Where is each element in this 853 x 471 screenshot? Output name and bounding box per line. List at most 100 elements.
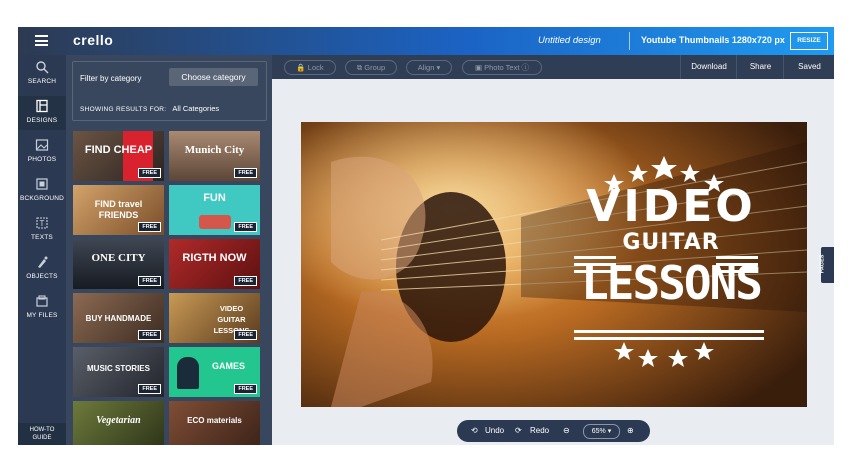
- rail-item-designs[interactable]: DESIGNS: [18, 96, 66, 130]
- template-card[interactable]: VIDEO GUITAR LESSONS FREE: [169, 293, 260, 343]
- rail-label: TEXTS: [31, 234, 53, 241]
- designs-icon: [36, 99, 48, 113]
- template-card[interactable]: RIGTH NOW FREE: [169, 239, 260, 289]
- pages-tab[interactable]: PAGES: [819, 247, 834, 283]
- template-title: GAMES: [211, 361, 245, 371]
- template-title: FUN: [203, 192, 226, 204]
- free-badge: FREE: [138, 276, 161, 286]
- rail-item-background[interactable]: BCKGROUND: [18, 174, 66, 208]
- free-badge: FREE: [138, 168, 161, 178]
- rail-label: SEARCH: [27, 78, 57, 85]
- template-card[interactable]: FIND CHEAP FREE: [73, 131, 164, 181]
- template-card[interactable]: MUSIC STORIES FREE: [73, 347, 164, 397]
- rail-label: PHOTOS: [27, 156, 57, 163]
- template-card[interactable]: FUN FREE: [169, 185, 260, 235]
- undo-button[interactable]: Undo: [485, 426, 504, 435]
- design-size: Youtube Thumbnails 1280x720 px: [641, 35, 785, 45]
- choose-category-button[interactable]: Choose category: [169, 68, 258, 86]
- rail-label: OBJECTS: [26, 273, 58, 280]
- photos-icon: [35, 139, 49, 151]
- saved-status: Saved: [783, 55, 834, 79]
- category-filter: Filter by category Choose category SHOWI…: [72, 61, 267, 121]
- title-divider: [629, 32, 630, 50]
- template-title: Munich City: [184, 144, 245, 156]
- showing-label: SHOWING RESULTS FOR:: [80, 106, 167, 113]
- texts-icon: T: [36, 217, 48, 229]
- photo-text-button[interactable]: ▣ Photo Text ⓘ: [462, 60, 542, 75]
- template-card[interactable]: Vegetarian: [73, 401, 164, 445]
- free-badge: FREE: [138, 384, 161, 394]
- lock-label: Lock: [307, 63, 324, 72]
- canvas-title-guitar[interactable]: GUITAR: [566, 232, 776, 254]
- photo-text-label: Photo Text: [484, 63, 520, 72]
- zoom-in-icon[interactable]: ⊕: [627, 426, 634, 435]
- rail-item-my-files[interactable]: MY FILES: [18, 291, 66, 325]
- hamburger-menu-icon[interactable]: [35, 35, 48, 46]
- pages-label: PAGES: [819, 254, 826, 274]
- left-rail: SEARCH DESIGNS PHOTOS BCKGROUND T TEXTS …: [18, 55, 66, 445]
- rail-item-photos[interactable]: PHOTOS: [18, 135, 66, 169]
- template-title: RIGTH NOW: [182, 252, 247, 264]
- template-card[interactable]: Munich City FREE: [169, 131, 260, 181]
- template-title: FIND travel FRIENDS: [94, 199, 143, 220]
- redo-button[interactable]: Redo: [530, 426, 549, 435]
- free-badge: FREE: [234, 330, 257, 340]
- template-card[interactable]: ECO materials: [169, 401, 260, 445]
- svg-text:T: T: [40, 219, 45, 228]
- lock-button[interactable]: 🔒 Lock: [284, 60, 336, 75]
- howto-line1: HOW-TO: [29, 427, 55, 433]
- rail-item-objects[interactable]: OBJECTS: [18, 252, 66, 286]
- rail-label: DESIGNS: [26, 117, 58, 124]
- search-icon: [36, 61, 49, 74]
- filter-label: Filter by category: [80, 74, 142, 83]
- align-dropdown[interactable]: Align ▾: [406, 60, 452, 75]
- zoom-value: 65%: [591, 428, 606, 435]
- rail-item-texts[interactable]: T TEXTS: [18, 213, 66, 247]
- canvas-title-lessons[interactable]: LESSONS: [566, 260, 776, 306]
- free-badge: FREE: [138, 222, 161, 232]
- free-badge: FREE: [234, 222, 257, 232]
- download-button[interactable]: Download: [680, 55, 737, 79]
- showing-value: All Categories: [172, 104, 220, 113]
- howto-guide-link[interactable]: HOW-TO GUIDE: [18, 423, 66, 445]
- group-button[interactable]: ⧉ Group: [345, 60, 397, 75]
- template-card[interactable]: ONE CITY FREE: [73, 239, 164, 289]
- template-title: MUSIC STORIES: [87, 364, 150, 373]
- template-card[interactable]: FIND travel FRIENDS FREE: [73, 185, 164, 235]
- redo-icon[interactable]: ⟳: [515, 426, 522, 435]
- rail-label: MY FILES: [26, 312, 58, 319]
- template-card[interactable]: GAMES FREE: [169, 347, 260, 397]
- group-label: Group: [364, 63, 386, 72]
- resize-button[interactable]: RESIZE: [790, 32, 828, 50]
- zoom-out-icon[interactable]: ⊖: [563, 426, 570, 435]
- canvas-toolbar: 🔒 Lock ⧉ Group Align ▾ ▣ Photo Text ⓘ Do…: [272, 55, 834, 79]
- rail-item-search[interactable]: SEARCH: [18, 57, 66, 91]
- crello-logo[interactable]: crello: [73, 32, 113, 48]
- align-label: Align: [417, 63, 435, 72]
- bottom-toolbar: ⟲ Undo ⟳ Redo ⊖ 65% ▾ ⊕: [457, 420, 650, 442]
- howto-line2: GUIDE: [32, 435, 52, 441]
- template-card[interactable]: BUY HANDMADE FREE: [73, 293, 164, 343]
- design-title[interactable]: Untitled design: [538, 35, 601, 46]
- undo-icon[interactable]: ⟲: [471, 426, 478, 435]
- crello-app: crello Untitled design Youtube Thumbnail…: [18, 27, 834, 445]
- top-bar: crello Untitled design Youtube Thumbnail…: [18, 27, 834, 55]
- canvas-title-video[interactable]: VIDEO: [566, 185, 776, 229]
- designs-panel: Filter by category Choose category SHOWI…: [66, 55, 272, 445]
- template-title: ONE CITY: [91, 252, 146, 264]
- free-badge: FREE: [234, 384, 257, 394]
- template-title: FIND CHEAP: [84, 144, 153, 156]
- objects-icon: [38, 256, 48, 268]
- files-icon: [36, 295, 48, 307]
- design-canvas[interactable]: VIDEO GUITAR LESSONS: [301, 122, 807, 407]
- background-icon: [36, 178, 48, 190]
- free-badge: FREE: [138, 330, 161, 340]
- template-title: BUY HANDMADE: [85, 314, 152, 323]
- template-title: ECO materials: [187, 416, 242, 425]
- free-badge: FREE: [234, 168, 257, 178]
- showing-results: SHOWING RESULTS FOR: All Categories: [80, 104, 219, 113]
- rail-label: BCKGROUND: [19, 195, 65, 202]
- zoom-dropdown[interactable]: 65% ▾: [583, 424, 620, 439]
- template-title: Vegetarian: [96, 415, 141, 426]
- share-button[interactable]: Share: [736, 55, 784, 79]
